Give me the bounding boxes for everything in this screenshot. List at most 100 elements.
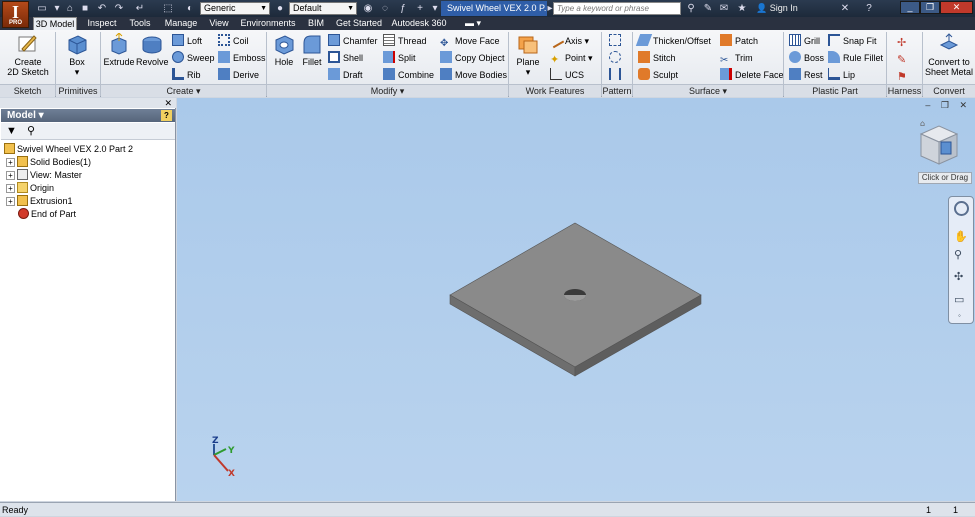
new-icon[interactable]: ▭ — [35, 2, 49, 15]
rest-button[interactable]: Rest — [789, 68, 823, 82]
coil-button[interactable]: Coil — [218, 34, 249, 48]
crosshair-icon[interactable]: + — [413, 2, 427, 15]
exchange-icon[interactable]: ✕ — [838, 2, 852, 15]
harness-properties-button[interactable]: ✢ — [897, 34, 912, 49]
rule-fillet-button[interactable]: Rule Fillet — [828, 51, 883, 65]
undo-icon[interactable]: ↶ — [95, 2, 109, 15]
delete-face-button[interactable]: Delete Face — [720, 68, 784, 82]
fx-icon[interactable]: ƒ — [396, 2, 410, 15]
pan-icon[interactable]: ✋ — [954, 230, 968, 243]
group-surface[interactable]: Surface ▾ — [633, 84, 783, 97]
ribbon-toggle-icon[interactable]: ▬ ▾ — [464, 17, 482, 30]
lip-button[interactable]: Lip — [828, 68, 855, 82]
plane-button[interactable]: Plane ▾ — [512, 33, 544, 77]
trim-button[interactable]: ✂ Trim — [720, 51, 753, 66]
ucs-button[interactable]: UCS — [550, 68, 584, 82]
tab-get-started[interactable]: Get Started — [333, 17, 385, 30]
application-menu-button[interactable]: I PRO — [2, 1, 29, 28]
return-icon[interactable]: ↵ — [133, 2, 147, 15]
save-icon[interactable]: ■ — [78, 2, 92, 15]
copy-object-button[interactable]: Copy Object — [440, 51, 505, 65]
harness-export-button[interactable]: ⚑ — [897, 68, 912, 83]
split-button[interactable]: Split — [383, 51, 416, 65]
tree-node-end-of-part[interactable]: End of Part — [4, 208, 174, 221]
customize-icon[interactable]: ▾ — [428, 2, 442, 15]
favorites-icon[interactable]: ★ — [735, 2, 749, 15]
select-icon[interactable]: ⬚ — [161, 2, 175, 15]
adjust-icon[interactable]: ◉ — [361, 2, 375, 15]
create-2d-sketch-button[interactable]: Create 2D Sketch — [4, 33, 52, 77]
boss-button[interactable]: Boss — [789, 51, 824, 65]
material-dropdown[interactable]: Generic ▼ — [200, 2, 270, 15]
help-icon[interactable]: ? — [862, 2, 876, 15]
snap-fit-button[interactable]: Snap Fit — [828, 34, 877, 48]
move-bodies-button[interactable]: Move Bodies — [440, 68, 507, 82]
mirror-button[interactable] — [609, 68, 624, 82]
help-icon[interactable]: ? — [161, 110, 172, 121]
filter-icon[interactable]: ▼ — [6, 125, 17, 137]
sculpt-button[interactable]: Sculpt — [638, 68, 678, 82]
loft-button[interactable]: Loft — [172, 34, 202, 48]
find-icon[interactable]: ⚲ — [27, 124, 35, 137]
viewcube[interactable]: ⌂ — [919, 119, 959, 165]
draft-button[interactable]: Draft — [328, 68, 363, 82]
group-modify[interactable]: Modify ▾ — [267, 84, 508, 97]
group-create[interactable]: Create ▾ — [101, 84, 266, 97]
tab-3d-model[interactable]: 3D Model — [33, 17, 77, 30]
tree-node-view[interactable]: + View: Master — [4, 169, 174, 182]
expand-icon[interactable]: + — [6, 197, 15, 206]
axis-button[interactable]: Axis ▾ — [547, 31, 589, 49]
thicken-offset-button[interactable]: Thicken/Offset — [635, 34, 711, 48]
customize-icon[interactable]: ◦ — [958, 311, 961, 320]
rectangular-pattern-button[interactable] — [609, 34, 624, 48]
tab-inspect[interactable]: Inspect — [82, 17, 122, 30]
tab-bim[interactable]: BIM — [303, 17, 329, 30]
circular-pattern-button[interactable] — [609, 51, 624, 65]
tab-autodesk-360[interactable]: Autodesk 360 — [389, 17, 449, 30]
shell-button[interactable]: Shell — [328, 51, 363, 65]
binoculars-icon[interactable]: ⚲ — [684, 2, 698, 15]
sign-in-link[interactable]: 👤 Sign In — [756, 2, 798, 15]
tree-node-origin[interactable]: + Origin — [4, 182, 174, 195]
look-at-icon[interactable]: ▭ — [954, 293, 964, 306]
search-input[interactable]: Type a keyword or phrase — [553, 2, 681, 15]
stitch-button[interactable]: Stitch — [638, 51, 676, 65]
browser-header[interactable]: Model ▾ ? — [1, 109, 175, 122]
harness-edit-button[interactable]: ✎ — [897, 51, 912, 66]
graphics-viewport[interactable]: ‒ ❐ ✕ ⌂ Z Y X Click or Drag ✋ ⚲ ✣ ▭ ◦ — [177, 98, 975, 501]
communication-icon[interactable]: ✉ — [717, 2, 731, 15]
rib-button[interactable]: Rib — [172, 68, 201, 82]
tab-environments[interactable]: Environments — [237, 17, 299, 30]
derive-button[interactable]: Derive — [218, 68, 259, 82]
zoom-icon[interactable]: ⚲ — [954, 248, 962, 261]
tab-manage[interactable]: Manage — [160, 17, 202, 30]
restore-button[interactable]: ❐ — [920, 1, 940, 14]
tab-tools[interactable]: Tools — [124, 17, 156, 30]
subscription-icon[interactable]: ✎ — [701, 2, 715, 15]
tab-view[interactable]: View — [205, 17, 233, 30]
combine-button[interactable]: Combine — [383, 68, 434, 82]
close-button[interactable]: ✕ — [940, 1, 973, 14]
panel-grip[interactable] — [0, 98, 176, 108]
minimize-button[interactable]: _ — [900, 1, 920, 14]
fillet-button[interactable]: Fillet — [298, 33, 326, 67]
open-folder-icon[interactable]: ⌂ — [63, 2, 77, 15]
patch-button[interactable]: Patch — [720, 34, 758, 48]
hole-button[interactable]: Hole — [270, 33, 298, 67]
chamfer-button[interactable]: Chamfer — [328, 34, 378, 48]
sweep-button[interactable]: Sweep — [172, 51, 215, 65]
tree-node-extrusion1[interactable]: + Extrusion1 — [4, 195, 174, 208]
expand-icon[interactable]: + — [6, 158, 15, 167]
extrude-button[interactable]: Extrude — [103, 33, 135, 67]
expand-icon[interactable]: + — [6, 171, 15, 180]
thread-button[interactable]: Thread — [383, 34, 427, 48]
clear-icon[interactable]: ◌ — [378, 2, 392, 15]
revolve-button[interactable]: Revolve — [136, 33, 169, 67]
close-icon[interactable]: ✕ — [164, 98, 172, 108]
tree-node-solid-bodies[interactable]: + Solid Bodies(1) — [4, 156, 174, 169]
orbit-icon[interactable]: ✣ — [954, 270, 963, 283]
convert-sheet-metal-button[interactable]: Convert to Sheet Metal — [925, 33, 973, 77]
emboss-button[interactable]: Emboss — [218, 51, 266, 65]
grill-button[interactable]: Grill — [789, 34, 820, 48]
open-icon[interactable]: ▾ — [50, 2, 64, 15]
